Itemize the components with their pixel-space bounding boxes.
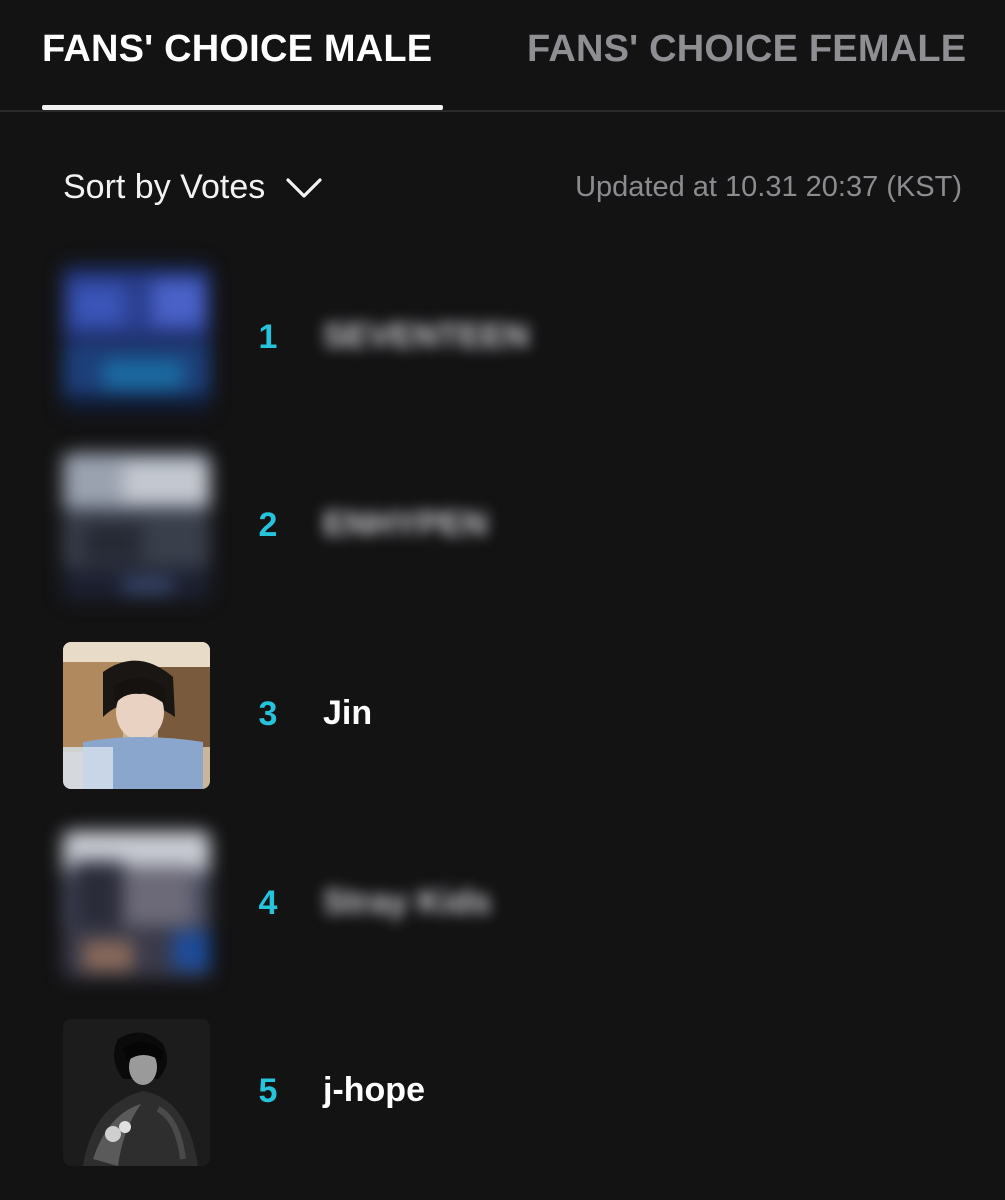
sort-label: Sort by Votes: [63, 168, 266, 206]
artist-name: Jin: [323, 694, 373, 732]
artist-name: ENHYPEN: [323, 505, 488, 543]
sort-dropdown[interactable]: Sort by Votes: [63, 168, 323, 207]
artist-name: j-hope: [323, 1071, 425, 1109]
ranking-row[interactable]: 5 j-hope: [0, 1019, 1005, 1169]
artist-thumbnail: [63, 265, 210, 412]
artist-thumbnail: [63, 453, 210, 600]
artist-name: SEVENTEEN: [323, 317, 529, 355]
artist-thumbnail: [63, 1019, 210, 1166]
tab-fans-choice-male[interactable]: FANS' CHOICE MALE: [42, 28, 432, 71]
artist-thumbnail: [63, 831, 210, 978]
ranking-row[interactable]: 1 SEVENTEEN: [0, 265, 1005, 415]
ranking-row[interactable]: 2 ENHYPEN: [0, 453, 1005, 603]
rank-number: 1: [258, 318, 278, 356]
artist-name: Stray Kids: [323, 883, 492, 921]
tab-fans-choice-female[interactable]: FANS' CHOICE FEMALE: [527, 28, 966, 71]
category-tabs: FANS' CHOICE MALE FANS' CHOICE FEMALE: [0, 0, 1005, 112]
active-tab-indicator: [42, 105, 443, 110]
ranking-row[interactable]: 4 Stray Kids: [0, 831, 1005, 981]
rank-number: 5: [258, 1072, 278, 1110]
ranking-row[interactable]: 3 Jin: [0, 642, 1005, 792]
rank-number: 3: [258, 695, 278, 733]
rank-number: 2: [258, 506, 278, 544]
rank-number: 4: [258, 884, 278, 922]
artist-thumbnail: [63, 642, 210, 789]
chevron-down-icon: [285, 176, 323, 200]
updated-timestamp: Updated at 10.31 20:37 (KST): [575, 171, 962, 203]
